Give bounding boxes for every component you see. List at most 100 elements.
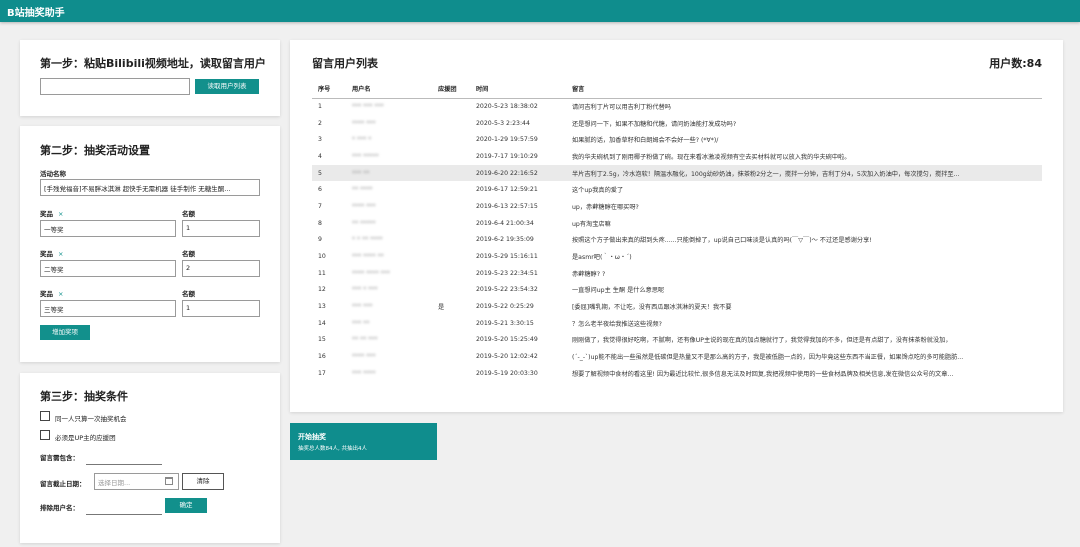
row-user: *** ***** <box>346 148 432 165</box>
row-time: 2019-6-2 19:35:09 <box>476 236 534 244</box>
row-user: *** ** <box>346 315 432 332</box>
row-message: 一直想问up主 生酮 是什么意思呢 <box>572 287 665 295</box>
blurred-username: *** *** *** <box>352 103 384 111</box>
row-user: ** ** *** <box>346 332 432 349</box>
prize-name-input-3[interactable]: 三等奖 <box>40 300 176 317</box>
row-fan <box>432 164 470 182</box>
must-support-checkbox[interactable] <box>40 430 50 440</box>
blurred-username: *** *** <box>352 303 373 311</box>
row-no: 3 <box>318 136 322 144</box>
remove-prize-icon[interactable]: × <box>58 210 63 218</box>
row-message: 赤藓糖醇? ? <box>572 270 606 278</box>
table-row[interactable]: 12 *** * *** 2019-5-22 23:54:32 一直想问up主 生酮 … <box>312 282 1042 299</box>
add-prize-button[interactable]: 增加奖项 <box>40 325 90 340</box>
prize-name-input-1[interactable]: 一等奖 <box>40 220 176 237</box>
table-row[interactable]: 9 * * ** **** 2019-6-2 19:35:09 按照这个方子做出来真的… <box>312 232 1042 249</box>
confirm-exclude-button[interactable]: 确定 <box>165 498 207 513</box>
row-fan <box>432 282 470 299</box>
table-row[interactable]: 11 **** **** *** 2019-5-23 22:34:51 赤藓糖醇? ? <box>312 265 1042 282</box>
remove-prize-icon[interactable]: × <box>58 250 63 258</box>
blurred-username: ** ***** <box>352 219 376 227</box>
table-row[interactable]: 16 **** *** 2019-5-20 12:02:42 (´-_-`)up能不能… <box>312 348 1042 365</box>
table-row[interactable]: 10 *** **** ** 2019-5-29 15:16:11 是asmr吧(｀・… <box>312 248 1042 265</box>
table-row[interactable]: 5 *** ** 2019-6-20 22:16:52 半片吉利丁2.5g，冷水泡软！… <box>312 164 1042 182</box>
table-row[interactable]: 6 ** **** 2019-6-17 12:59:21 这个up我真的爱了 <box>312 181 1042 198</box>
row-user: * *** * <box>346 131 432 148</box>
row-message: ？怎么老半夜给我推送这些视频? <box>572 320 662 328</box>
row-fan <box>432 265 470 282</box>
table-row[interactable]: 17 *** **** 2019-5-19 20:03:30 想要了解视频中食材的看这… <box>312 365 1042 382</box>
once-only-checkbox[interactable] <box>40 411 50 421</box>
row-user: *** * *** <box>346 282 432 299</box>
row-user: **** *** <box>346 198 432 215</box>
prize-name-input-2[interactable]: 二等奖 <box>40 260 176 277</box>
row-fan <box>432 248 470 265</box>
row-time: 2020-5-23 18:38:02 <box>476 103 538 111</box>
blurred-username: *** **** <box>352 369 376 377</box>
blurred-username: *** * *** <box>352 286 378 294</box>
row-message: 半片吉利丁2.5g，冷水泡软！隔温水融化，100g幼砂奶油，抹茶粉2分之一，搅拌… <box>566 164 1042 182</box>
clear-date-button[interactable]: 清除 <box>182 473 224 490</box>
table-row[interactable]: 13 *** *** 是 2019-5-22 0:25:29 [委屈]嘴乳期，不让吃，没… <box>312 298 1042 315</box>
row-time: 2019-7-17 19:10:29 <box>476 152 538 160</box>
keyword-label: 留言需包含： <box>40 454 79 462</box>
row-time: 2019-5-23 22:34:51 <box>476 269 538 277</box>
row-no: 7 <box>318 202 322 210</box>
row-user: **** *** <box>346 348 432 365</box>
blurred-username: **** **** *** <box>352 269 390 277</box>
prize-count-input-3[interactable]: 1 <box>182 300 260 317</box>
start-draw-button[interactable]: 开始抽奖 抽奖总人数84人, 共抽出4人 <box>290 423 437 460</box>
keyword-input[interactable] <box>86 464 162 465</box>
row-no: 16 <box>318 353 326 361</box>
table-row[interactable]: 15 ** ** *** 2019-5-20 15:25:49 刚刚做了，我觉得很好吃… <box>312 332 1042 349</box>
blurred-username: **** *** <box>352 353 376 361</box>
blurred-username: ** ** *** <box>352 336 378 344</box>
app-header: B站抽奖助手 <box>0 0 1080 22</box>
table-row[interactable]: 3 * *** * 2020-1-29 19:57:59 如果腻的话，加香草籽和白朗姆… <box>312 131 1042 148</box>
step2-title: 第二步：抽奖活动设置 <box>40 144 150 157</box>
read-users-button[interactable]: 读取用户列表 <box>195 79 259 94</box>
table-row[interactable]: 8 ** ***** 2019-6-4 21:00:34 up有淘宝店嘛 <box>312 215 1042 232</box>
row-message: [委屈]嘴乳期，不让吃，没有西瓜跟冰淇淋的夏天！我不要 <box>572 304 732 312</box>
row-no: 6 <box>318 186 322 194</box>
row-fan <box>432 98 470 115</box>
row-no: 14 <box>318 319 326 327</box>
row-fan <box>432 315 470 332</box>
quota-label-2: 名额 <box>182 250 195 258</box>
video-url-input[interactable] <box>40 78 190 95</box>
table-row[interactable]: 2 **** *** 2020-5-3 2:23:44 还是想问一下，如果不加糖和代糖… <box>312 115 1042 132</box>
row-time: 2019-6-4 21:00:34 <box>476 219 534 227</box>
table-header: 序号 用户名 应援团 时间 留言 <box>312 80 1042 99</box>
row-user: **** *** <box>346 115 432 132</box>
blurred-username: * * ** **** <box>352 236 383 244</box>
row-time: 2019-5-21 3:30:15 <box>476 319 534 327</box>
blurred-username: ** **** <box>352 186 373 194</box>
prize-count-input-2[interactable]: 2 <box>182 260 260 277</box>
prize-count-input-1[interactable]: 1 <box>182 220 260 237</box>
activity-name-input[interactable]: [手残党福音]不易胖冰淇淋 超快手无需机器 徒手制作 无糖生酮... <box>40 179 260 196</box>
app-title: B站抽奖助手 <box>7 8 65 19</box>
deadline-label: 留言截止日期： <box>40 480 86 488</box>
calendar-icon[interactable] <box>165 477 173 485</box>
blurred-username: *** ** <box>352 319 370 327</box>
table-row[interactable]: 7 **** *** 2019-6-13 22:57:15 up，赤藓糖醇在哪买呀? <box>312 198 1042 215</box>
table-row[interactable]: 14 *** ** 2019-5-21 3:30:15 ？怎么老半夜给我推送这些视频? <box>312 315 1042 332</box>
row-message: 我的华夫碗机到了刚用椰子粉做了碗。现在来看冰激凌视频有空去买材料就可以放入我的华… <box>572 153 851 161</box>
table-row[interactable]: 4 *** ***** 2019-7-17 19:10:29 我的华夫碗机到了刚用椰子… <box>312 148 1042 165</box>
step1-title: 第一步：粘贴Bilibili视频地址，读取留言用户 <box>40 57 266 70</box>
row-message: 是asmr吧(｀・ω・´) <box>572 254 632 262</box>
col-fan: 应援团 <box>432 80 470 99</box>
quota-label-3: 名额 <box>182 290 195 298</box>
user-table: 序号 用户名 应援团 时间 留言 1 *** *** *** 2020-5-23 1… <box>312 80 1042 382</box>
exclude-input[interactable] <box>86 514 162 515</box>
col-user: 用户名 <box>346 80 432 99</box>
row-fan <box>432 115 470 132</box>
row-message: (´-_-`)up能不能出一些虽然是低碳但是热量又不是那么高的方子，我是被低脂一… <box>572 354 964 362</box>
row-fan <box>432 198 470 215</box>
blurred-username: *** ***** <box>352 152 379 160</box>
row-message: 想要了解视频中食材的看这里! 因为最近比较忙,很多信息无法及时回复,我把视频中使… <box>572 370 954 378</box>
row-fan <box>432 365 470 382</box>
table-row[interactable]: 1 *** *** *** 2020-5-23 18:38:02 请问吉利丁片可以用吉… <box>312 98 1042 115</box>
prize-label-2: 奖品 × <box>40 250 64 258</box>
remove-prize-icon[interactable]: × <box>58 290 63 298</box>
